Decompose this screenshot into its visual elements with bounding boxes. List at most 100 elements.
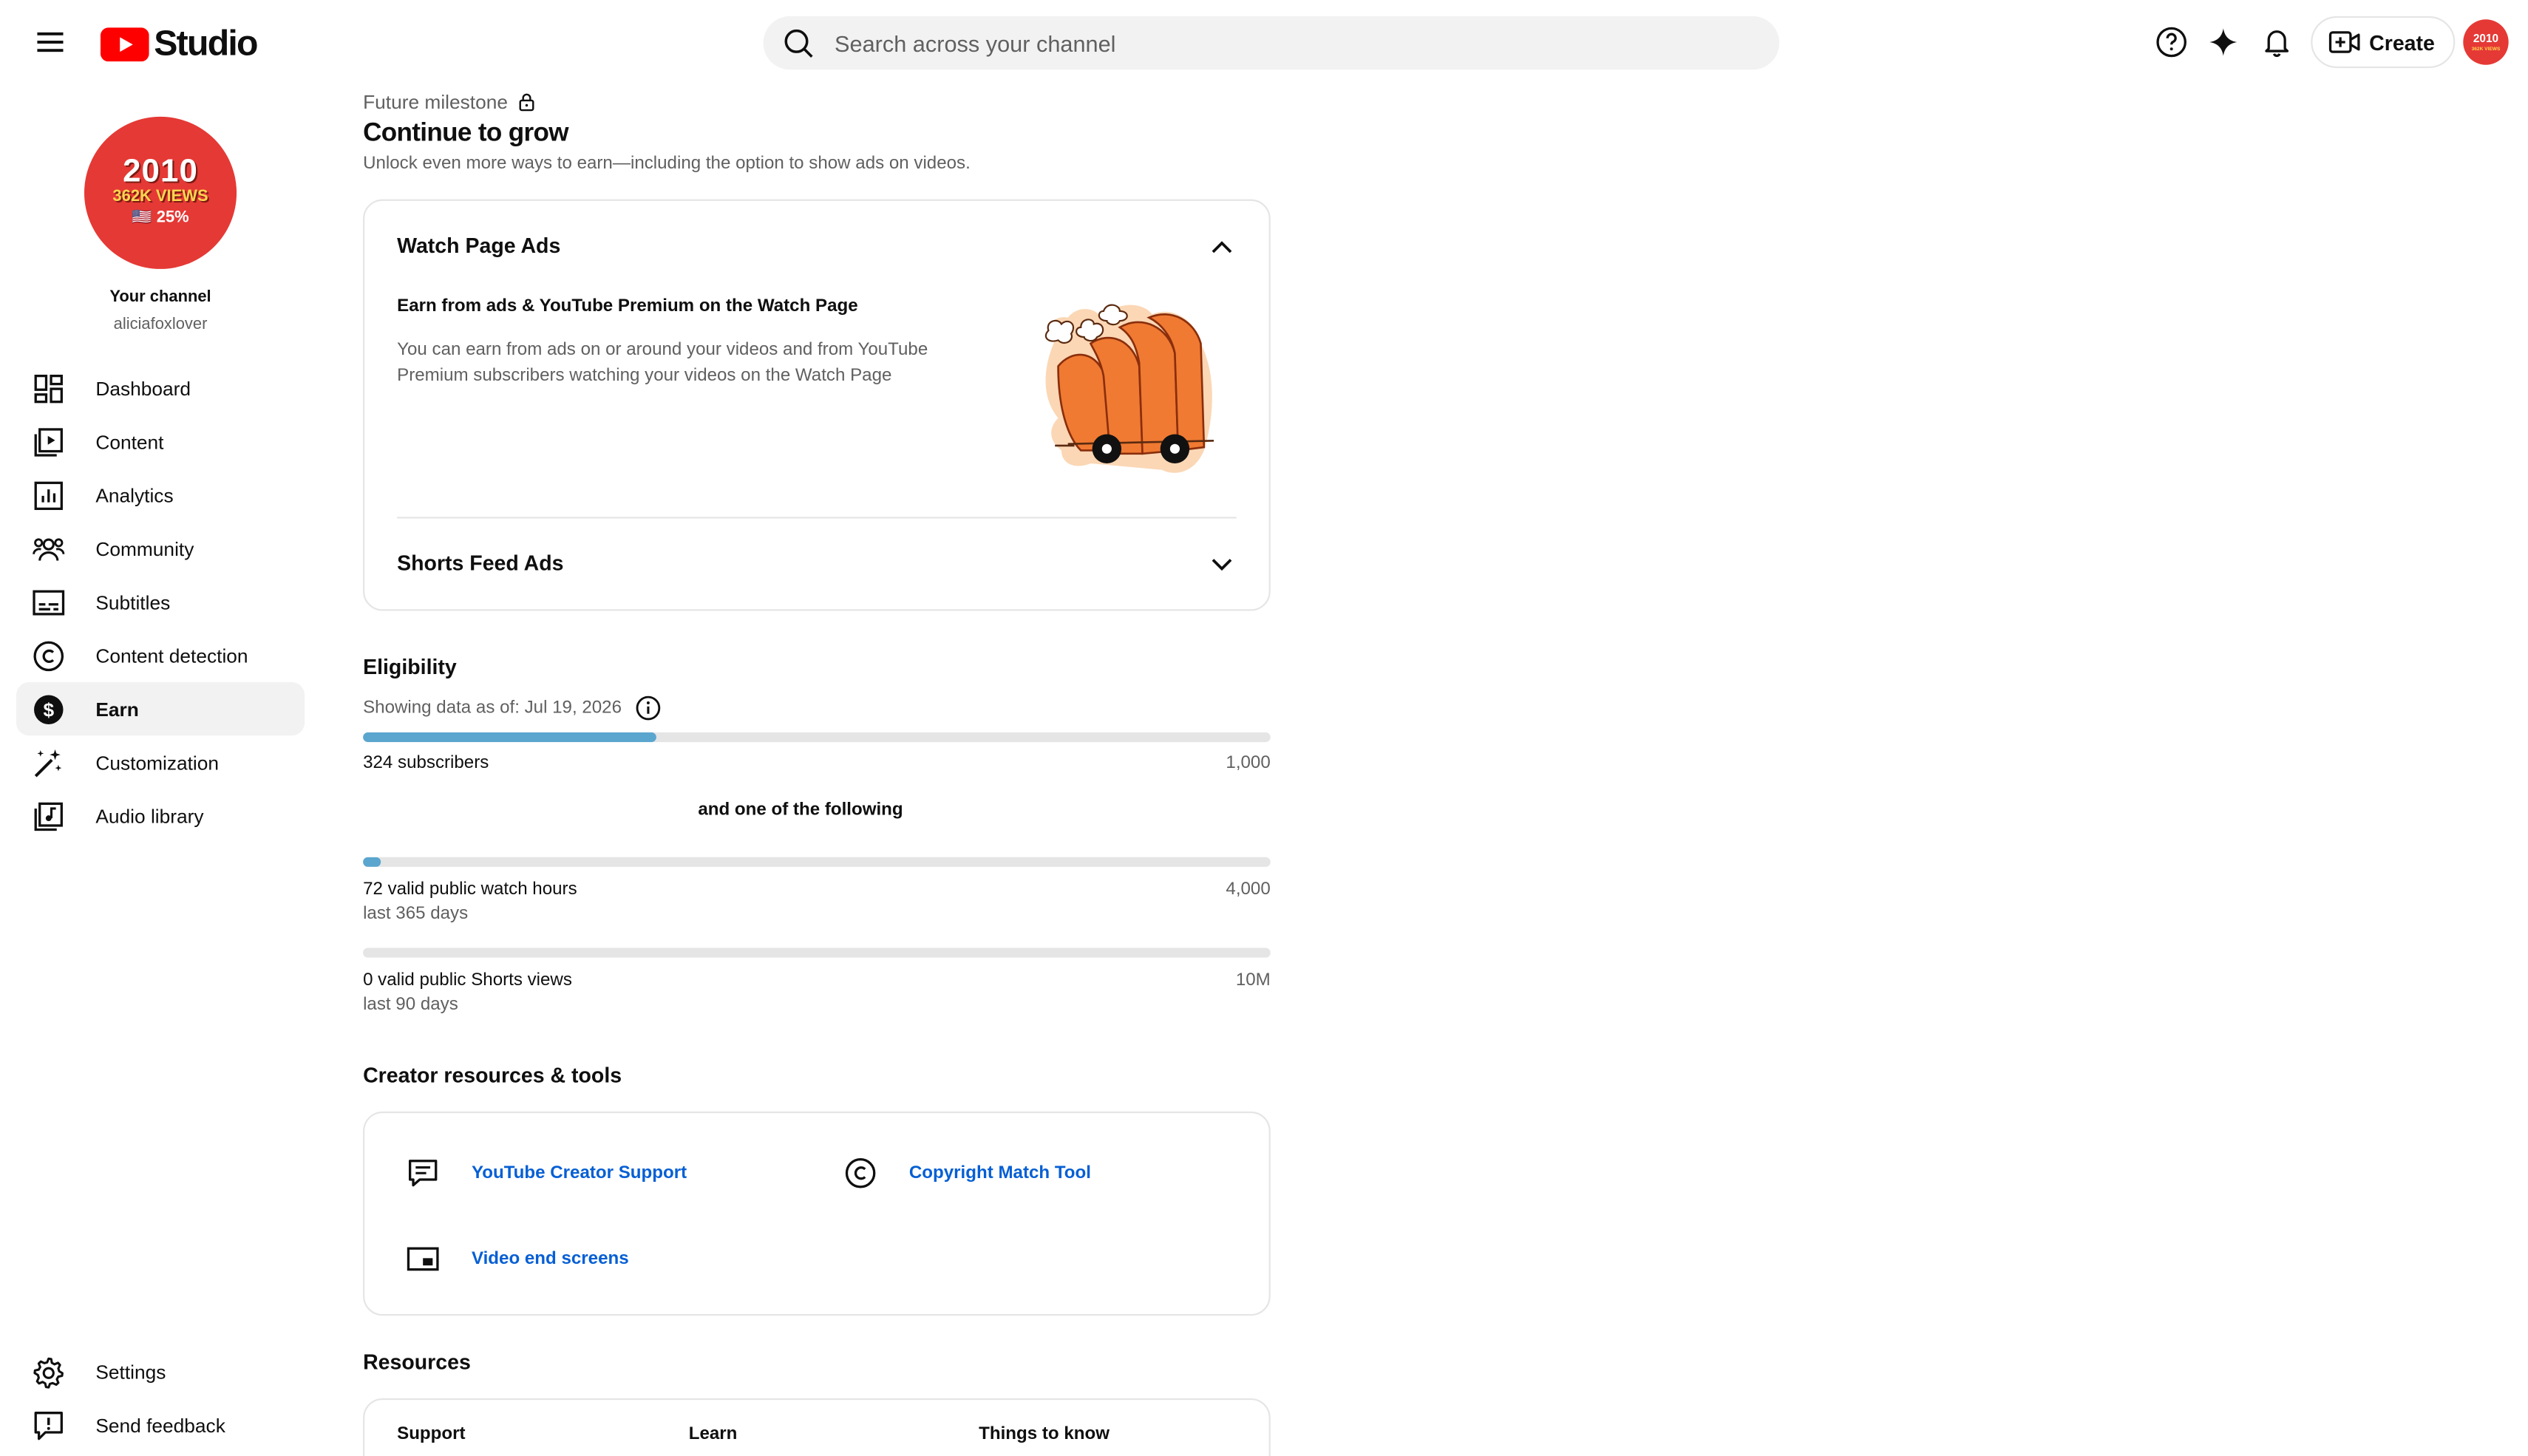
watch-page-ads-description: You can earn from ads on or around your … bbox=[397, 340, 928, 386]
and-one-of-following: and one of the following bbox=[698, 800, 903, 820]
sidebar-nav: Dashboard Content Analytics Community Su… bbox=[16, 361, 305, 843]
creator-tools-card: YouTube Creator Support Copyright Match … bbox=[363, 1111, 1271, 1316]
milestone-description: Unlock even more ways to earn—including … bbox=[363, 154, 971, 174]
copyright-match-tool-link[interactable]: Copyright Match Tool bbox=[844, 1157, 1091, 1189]
creator-resources-title: Creator resources & tools bbox=[363, 1063, 622, 1088]
create-label: Create bbox=[2369, 30, 2435, 55]
sidebar-item-customization[interactable]: Customization bbox=[16, 735, 305, 789]
end-screen-icon bbox=[407, 1242, 439, 1275]
notifications-bell-icon[interactable] bbox=[2256, 21, 2298, 63]
magic-wand-icon bbox=[33, 746, 65, 779]
create-button[interactable]: Create bbox=[2311, 16, 2456, 69]
copyright-match-tool-label: Copyright Match Tool bbox=[908, 1163, 1091, 1183]
subscribers-count: 324 subscribers bbox=[363, 753, 489, 773]
copyright-icon bbox=[844, 1157, 877, 1189]
channel-avatar-percent: 🇺🇸 25% bbox=[132, 208, 189, 227]
sidebar-item-audio-library[interactable]: Audio library bbox=[16, 789, 305, 843]
resources-support[interactable]: Support bbox=[397, 1424, 465, 1443]
data-as-of-text: Showing data as of: Jul 19, 2026 bbox=[363, 698, 622, 718]
watch-hours-progress-fill bbox=[363, 857, 381, 867]
menu-icon[interactable] bbox=[27, 19, 72, 64]
lock-icon bbox=[520, 93, 535, 112]
video-end-screens-label: Video end screens bbox=[471, 1249, 629, 1269]
info-icon[interactable] bbox=[635, 695, 661, 721]
help-icon[interactable] bbox=[2150, 21, 2192, 63]
data-as-of: Showing data as of: Jul 19, 2026 bbox=[363, 695, 661, 721]
chat-icon bbox=[407, 1157, 439, 1189]
resources-title: Resources bbox=[363, 1350, 471, 1375]
milestone-label: Future milestone bbox=[363, 90, 537, 114]
watch-hours-period: last 365 days bbox=[363, 904, 469, 924]
sidebar-item-dashboard[interactable]: Dashboard bbox=[16, 361, 305, 415]
video-end-screens-link[interactable]: Video end screens bbox=[407, 1242, 629, 1275]
sidebar-item-analytics[interactable]: Analytics bbox=[16, 469, 305, 522]
chevron-down-icon[interactable] bbox=[1206, 548, 1238, 580]
search-icon[interactable] bbox=[783, 27, 815, 59]
shorts-feed-ads-title[interactable]: Shorts Feed Ads bbox=[397, 551, 563, 575]
account-avatar[interactable]: 2010 362K VIEWS bbox=[2463, 19, 2509, 65]
ads-card: Watch Page Ads Earn from ads & YouTube P… bbox=[363, 199, 1271, 611]
sidebar-item-settings[interactable]: Settings bbox=[16, 1345, 305, 1398]
sidebar-item-label: Community bbox=[95, 537, 194, 560]
sidebar-item-earn[interactable]: $ Earn bbox=[16, 681, 305, 736]
milestone-label-text: Future milestone bbox=[363, 90, 509, 114]
channel-avatar-year: 2010 bbox=[123, 154, 199, 190]
studio-logo[interactable]: Studio bbox=[100, 22, 259, 65]
account-avatar-text: 2010 bbox=[2473, 33, 2499, 45]
sidebar-item-subtitles[interactable]: Subtitles bbox=[16, 575, 305, 628]
creator-support-label: YouTube Creator Support bbox=[471, 1163, 687, 1183]
subtitles-icon bbox=[33, 586, 65, 619]
channel-avatar[interactable]: 2010 362K VIEWS 🇺🇸 25% bbox=[84, 116, 237, 269]
sidebar-item-community[interactable]: Community bbox=[16, 522, 305, 575]
ads-divider bbox=[397, 517, 1237, 519]
resources-things-to-know[interactable]: Things to know bbox=[979, 1424, 1110, 1443]
resources-card: Support Learn Things to know bbox=[363, 1398, 1271, 1456]
sidebar-item-label: Subtitles bbox=[95, 591, 171, 613]
shorts-views-target: 10M bbox=[1235, 970, 1271, 990]
resources-learn[interactable]: Learn bbox=[689, 1424, 738, 1443]
sparkle-icon[interactable] bbox=[2202, 21, 2244, 63]
sidebar-item-content-detection[interactable]: Content detection bbox=[16, 629, 305, 682]
chevron-up-icon[interactable] bbox=[1206, 230, 1238, 262]
shorts-views-progress-bar bbox=[363, 948, 1271, 958]
search-bar bbox=[763, 16, 1780, 70]
sidebar-item-label: Audio library bbox=[95, 804, 204, 828]
sidebar: 2010 362K VIEWS 🇺🇸 25% Your channel alic… bbox=[0, 84, 321, 1456]
watch-page-ads-title[interactable]: Watch Page Ads bbox=[397, 234, 560, 258]
shorts-views-period: last 90 days bbox=[363, 995, 458, 1015]
sidebar-item-label: Send feedback bbox=[95, 1413, 225, 1437]
sidebar-item-content[interactable]: Content bbox=[16, 415, 305, 468]
sidebar-item-label: Customization bbox=[95, 751, 220, 774]
account-avatar-subtext: 362K VIEWS bbox=[2471, 44, 2501, 52]
dashboard-icon bbox=[33, 372, 65, 404]
eligibility-title: Eligibility bbox=[363, 654, 457, 679]
subscribers-progress-bar bbox=[363, 732, 1271, 743]
creator-support-link[interactable]: YouTube Creator Support bbox=[407, 1157, 687, 1189]
milestone-title: Continue to grow bbox=[363, 120, 568, 148]
feedback-icon bbox=[33, 1409, 65, 1441]
youtube-play-icon bbox=[100, 27, 149, 61]
watch-hours-target: 4,000 bbox=[1226, 880, 1271, 899]
ads-cart-illustration bbox=[1044, 304, 1214, 473]
channel-label: Your channel bbox=[109, 288, 211, 307]
logo-text: Studio bbox=[154, 22, 258, 64]
channel-handle: aliciafoxlover bbox=[113, 316, 208, 334]
svg-text:$: $ bbox=[43, 698, 54, 721]
channel-avatar-views: 362K VIEWS bbox=[112, 188, 208, 206]
watch-hours-progress-bar bbox=[363, 857, 1271, 867]
subscribers-progress-fill bbox=[363, 732, 657, 743]
subscribers-target: 1,000 bbox=[1226, 753, 1271, 773]
search-input[interactable] bbox=[835, 30, 1710, 56]
sidebar-item-send-feedback[interactable]: Send feedback bbox=[16, 1398, 305, 1452]
create-video-icon bbox=[2328, 31, 2360, 53]
sidebar-item-label: Content detection bbox=[95, 644, 248, 667]
sidebar-item-label: Analytics bbox=[95, 483, 174, 507]
audio-library-icon bbox=[33, 800, 65, 832]
sidebar-item-label: Settings bbox=[95, 1360, 166, 1384]
community-icon bbox=[33, 532, 65, 565]
shorts-views-count: 0 valid public Shorts views bbox=[363, 970, 572, 990]
sidebar-bottom-nav: Settings Send feedback bbox=[16, 1345, 305, 1452]
watch-page-ads-subtitle: Earn from ads & YouTube Premium on the W… bbox=[397, 296, 858, 316]
top-bar: Studio Create 2010 362K VIEWS bbox=[0, 0, 2528, 84]
analytics-icon bbox=[33, 479, 65, 511]
